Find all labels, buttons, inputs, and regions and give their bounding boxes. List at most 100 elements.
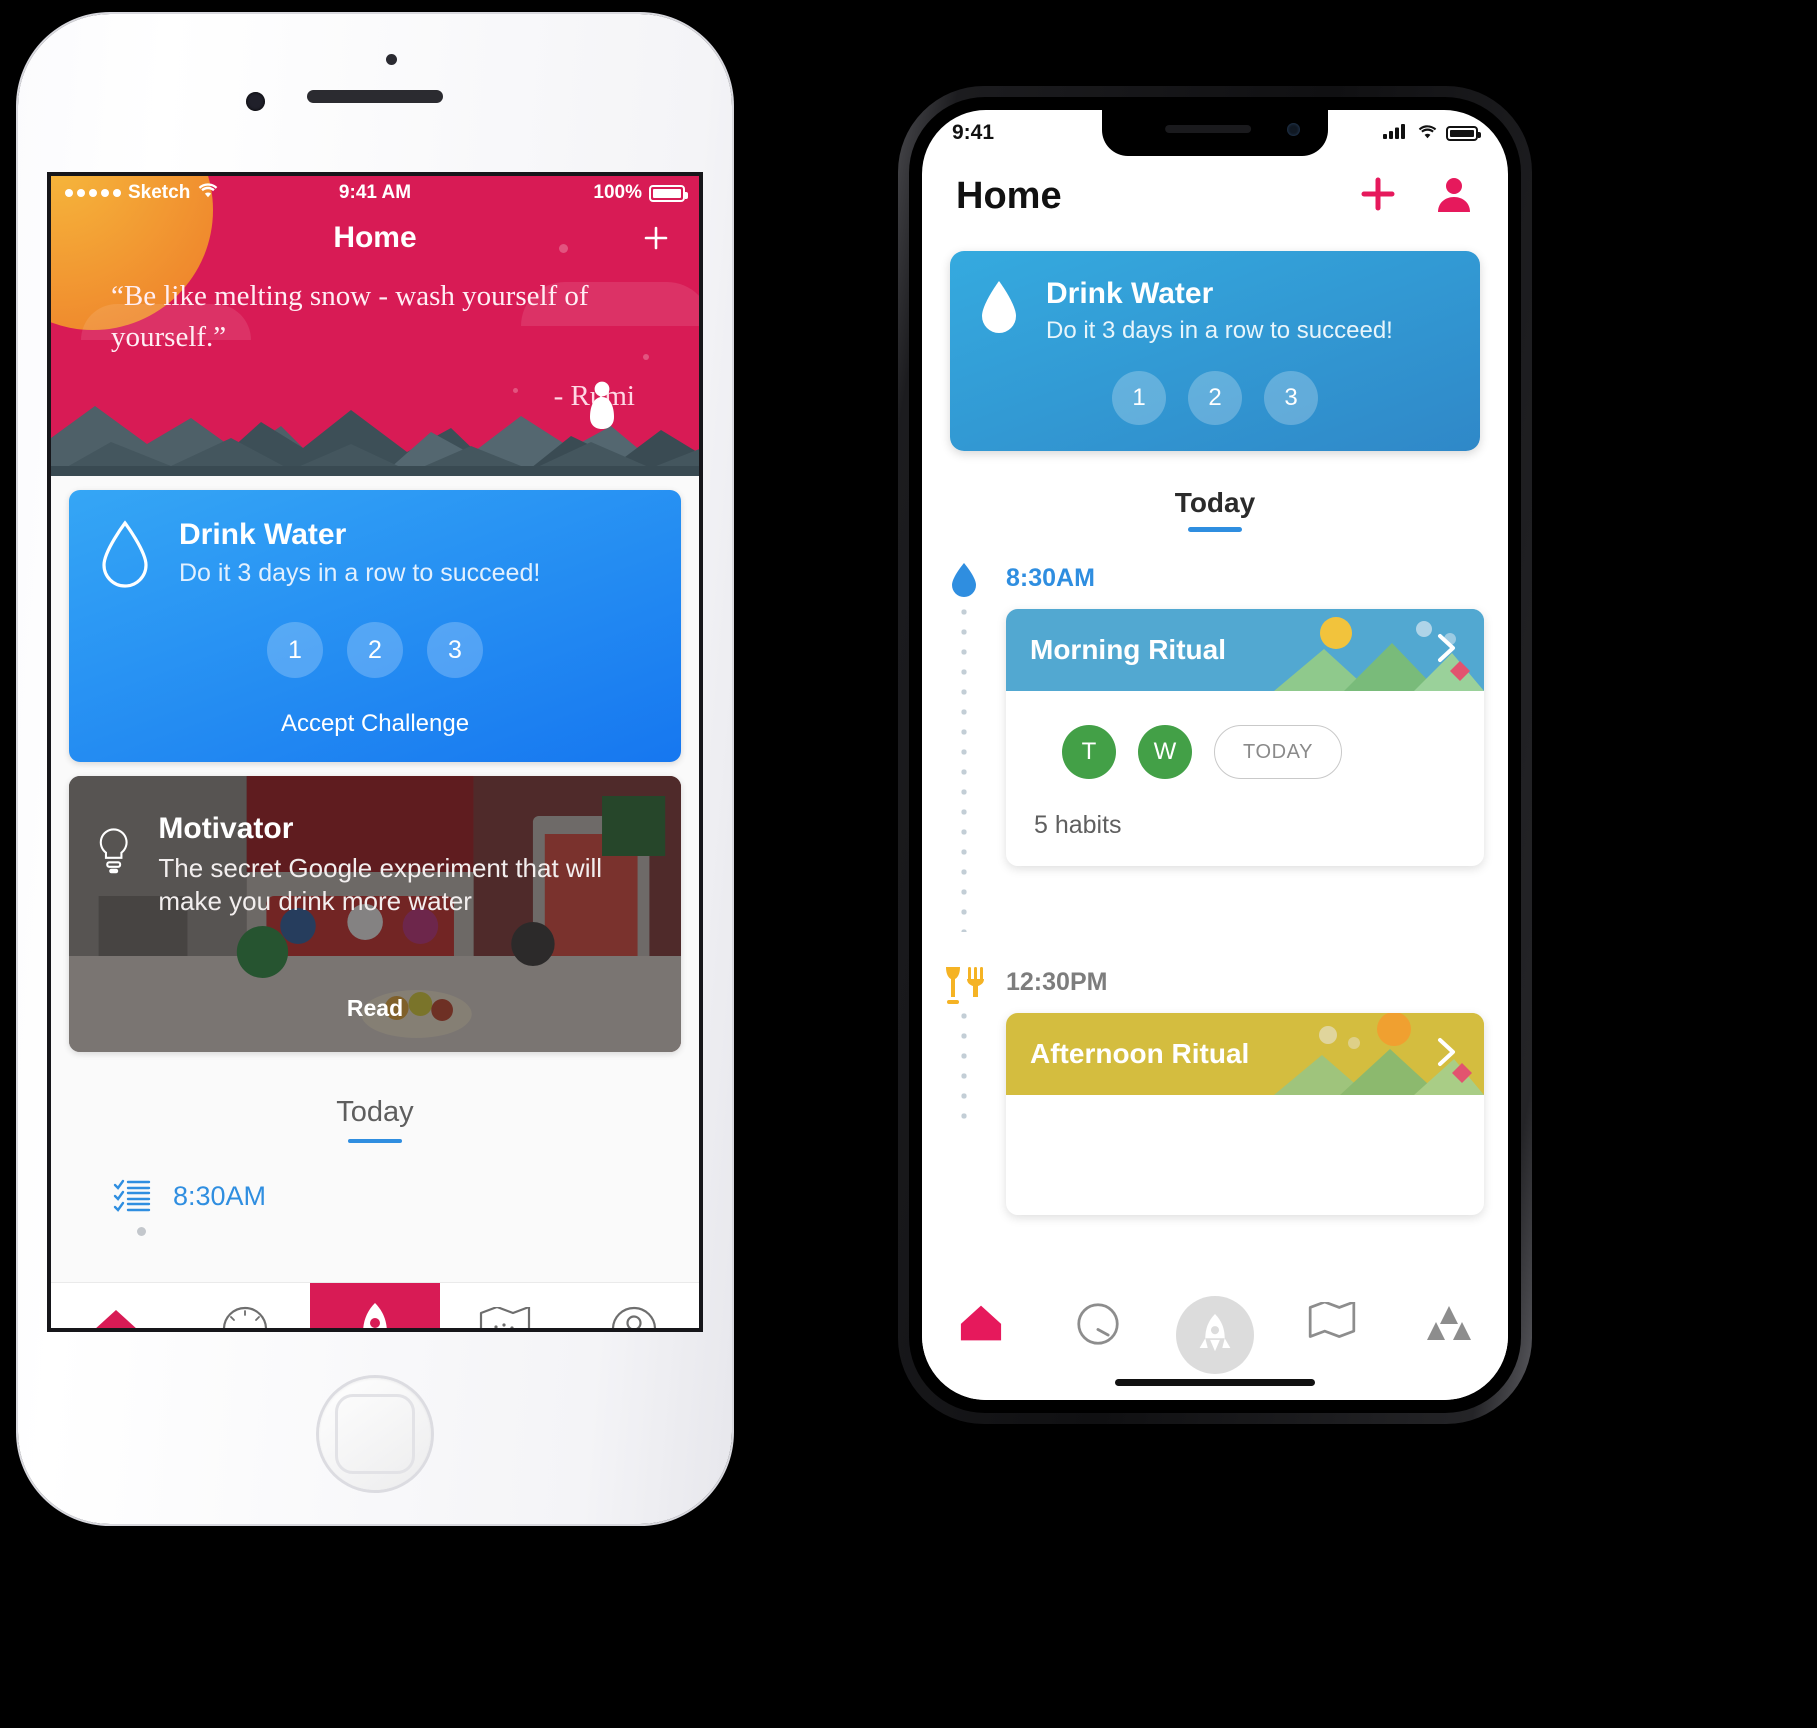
- home-icon: [95, 1309, 137, 1328]
- drink-water-text: Drink Water Do it 3 days in a row to suc…: [1046, 277, 1393, 345]
- motivator-title: Motivator: [158, 812, 294, 845]
- navbar: Home: [51, 210, 699, 266]
- drink-water-card[interactable]: Drink Water Do it 3 days in a row to suc…: [69, 490, 681, 762]
- tab-rocket[interactable]: [310, 1283, 440, 1328]
- ritual-card-morning[interactable]: Morning Ritual T W TODAY 5 habits: [1006, 609, 1484, 866]
- timeline-time: 12:30PM: [1006, 968, 1108, 996]
- accept-challenge-button[interactable]: Accept Challenge: [91, 710, 659, 738]
- tab-progress[interactable]: [1039, 1302, 1156, 1346]
- navbar-right: Home: [922, 156, 1508, 229]
- status-bar-right: 100%: [411, 182, 688, 204]
- day-circle-w[interactable]: W: [1138, 725, 1192, 779]
- speedometer-icon: [223, 1306, 268, 1328]
- profile-icon: [612, 1306, 657, 1328]
- wifi-icon: [197, 182, 219, 204]
- status-bar-indicators: [1383, 121, 1481, 145]
- rocket-icon: [1199, 1313, 1231, 1352]
- timeline-connector: [961, 1006, 967, 1126]
- drink-water-subtitle: Do it 3 days in a row to succeed!: [179, 559, 541, 587]
- chevron-right-icon[interactable]: [1432, 631, 1460, 670]
- water-drop-icon: [949, 558, 979, 602]
- day-chip-2[interactable]: 2: [1188, 371, 1242, 425]
- screen-left: Sketch 9:41 AM 100% Home “Be like meltin…: [47, 172, 703, 1332]
- timeline-row[interactable]: 8:30AM: [51, 1143, 699, 1215]
- battery-full-icon: [1446, 125, 1481, 141]
- day-chip-1[interactable]: 1: [1112, 371, 1166, 425]
- drink-water-title: Drink Water: [1046, 277, 1214, 310]
- page-title: Home: [333, 221, 417, 254]
- motivator-subtitle: The secret Google experiment that will m…: [158, 853, 603, 916]
- map-icon: [1309, 1302, 1356, 1338]
- timeline-dot: [137, 1227, 146, 1236]
- signal-dots-icon: [65, 189, 121, 197]
- ritual-header[interactable]: Morning Ritual: [1006, 609, 1484, 691]
- status-bar-time: 9:41: [952, 121, 995, 144]
- water-drop-icon: [102, 520, 148, 588]
- chevron-right-icon[interactable]: [1432, 1035, 1460, 1074]
- drink-water-header: Drink Water Do it 3 days in a row to suc…: [976, 277, 1454, 345]
- tab-rocket[interactable]: [1156, 1296, 1273, 1374]
- map-icon: [479, 1306, 530, 1328]
- front-camera-icon: [246, 92, 265, 111]
- navbar-actions: [1358, 174, 1474, 219]
- timeline-entry-afternoon: 12:30PM Afternoon Ritual: [922, 962, 1508, 1215]
- timeline-gutter: [922, 962, 1006, 1126]
- page-title: Home: [956, 175, 1062, 217]
- timeline-entry-body: 8:30AM Morning Ritual T W TODAY 5 habits: [1006, 558, 1508, 866]
- ritual-day-row: T W TODAY: [1006, 691, 1484, 779]
- home-indicator[interactable]: [1115, 1379, 1315, 1386]
- day-circle-t[interactable]: T: [1062, 725, 1116, 779]
- phone-iphonex-black: 9:41 Home Drink Water Do it 3 days in a …: [898, 86, 1532, 1424]
- drink-water-day-list: 1 2 3: [91, 622, 659, 678]
- day-chip-2[interactable]: 2: [347, 622, 403, 678]
- dining-icon: [943, 962, 985, 1006]
- motivator-text: Motivator The secret Google experiment t…: [158, 812, 651, 917]
- ritual-title: Morning Ritual: [1030, 634, 1226, 665]
- today-pill[interactable]: TODAY: [1214, 725, 1343, 779]
- today-tab[interactable]: Today: [922, 487, 1508, 532]
- drink-water-title: Drink Water: [179, 518, 347, 551]
- ambient-sensor-icon: [386, 54, 397, 65]
- today-tab[interactable]: Today: [51, 1096, 699, 1143]
- tab-home[interactable]: [51, 1283, 181, 1328]
- lightbulb-icon: [99, 828, 128, 874]
- day-chip-3[interactable]: 3: [1264, 371, 1318, 425]
- ritual-header[interactable]: Afternoon Ritual: [1006, 1013, 1484, 1095]
- status-bar-left: Sketch: [65, 182, 339, 204]
- tab-triangles[interactable]: [1391, 1302, 1508, 1342]
- rocket-icon: [363, 1302, 387, 1328]
- drink-water-card[interactable]: Drink Water Do it 3 days in a row to suc…: [950, 251, 1480, 451]
- timeline-gutter: [922, 558, 1006, 932]
- rocket-fab[interactable]: [1176, 1296, 1254, 1374]
- tab-progress[interactable]: [181, 1283, 311, 1328]
- ritual-card-afternoon[interactable]: Afternoon Ritual: [1006, 1013, 1484, 1215]
- habits-count: 5 habits: [1034, 811, 1122, 839]
- today-label: Today: [1174, 487, 1256, 518]
- today-label: Today: [336, 1096, 414, 1128]
- today-underline: [1188, 527, 1242, 532]
- ritual-body-placeholder: [1006, 1095, 1484, 1215]
- tab-map[interactable]: [1274, 1302, 1391, 1342]
- timeline-time: 8:30AM: [1006, 564, 1095, 592]
- phone-iphone8-white: Sketch 9:41 AM 100% Home “Be like meltin…: [18, 14, 732, 1524]
- motivator-card[interactable]: Motivator The secret Google experiment t…: [69, 776, 681, 1052]
- checklist-icon: [113, 1179, 151, 1212]
- tab-home[interactable]: [922, 1302, 1039, 1344]
- home-button[interactable]: [319, 1378, 431, 1490]
- plus-icon[interactable]: [639, 221, 673, 255]
- tab-map[interactable]: [440, 1283, 570, 1328]
- person-icon[interactable]: [1434, 174, 1474, 219]
- plus-icon[interactable]: [1358, 174, 1398, 219]
- motivator-body: Motivator The secret Google experiment t…: [69, 776, 681, 917]
- battery-full-icon: [649, 184, 688, 202]
- day-chip-1[interactable]: 1: [267, 622, 323, 678]
- tab-bar-left: [51, 1282, 699, 1328]
- timeline-time: 8:30AM: [173, 1180, 267, 1211]
- drink-water-day-list: 1 2 3: [976, 371, 1454, 425]
- timeline-connector: [961, 602, 967, 932]
- carrier-label: Sketch: [128, 182, 191, 203]
- content-left: Drink Water Do it 3 days in a row to suc…: [51, 476, 699, 1282]
- read-button[interactable]: Read: [69, 995, 681, 1022]
- tab-profile[interactable]: [569, 1283, 699, 1328]
- day-chip-3[interactable]: 3: [427, 622, 483, 678]
